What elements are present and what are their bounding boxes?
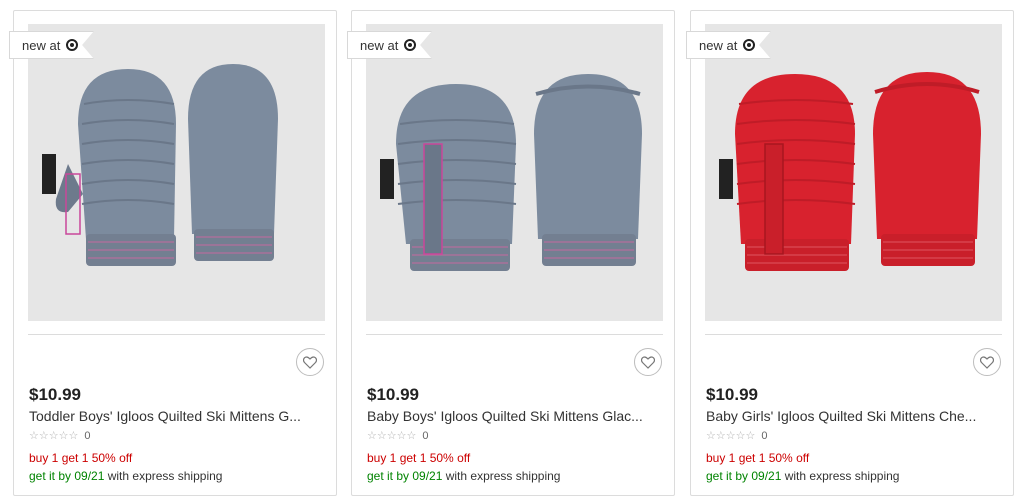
badge-label: new at xyxy=(360,37,399,53)
target-bullseye-icon xyxy=(66,39,79,51)
new-at-badge: new at xyxy=(686,31,771,59)
favorite-button[interactable] xyxy=(634,348,662,376)
badge-label: new at xyxy=(699,37,738,53)
mitten-right xyxy=(188,64,278,261)
favorite-button[interactable] xyxy=(296,348,324,376)
shipping-info: get it by 09/21 with express shipping xyxy=(29,469,222,483)
heart-icon xyxy=(303,355,317,369)
promo-text[interactable]: buy 1 get 1 50% off xyxy=(367,451,470,465)
divider xyxy=(366,334,663,335)
product-price: $10.99 xyxy=(29,385,81,404)
product-card[interactable]: new at $10.99 Baby Boys' Igloos Quilted … xyxy=(347,10,675,496)
divider xyxy=(28,334,325,335)
rating[interactable]: ☆☆☆☆☆ 0 xyxy=(29,429,90,442)
target-bullseye-icon xyxy=(404,39,417,51)
favorite-button[interactable] xyxy=(973,348,1001,376)
product-title-link[interactable]: Toddler Boys' Igloos Quilted Ski Mittens… xyxy=(29,408,301,424)
rating-stars: ☆☆☆☆☆ xyxy=(29,429,79,442)
badge-label: new at xyxy=(22,37,61,53)
product-image[interactable] xyxy=(705,24,1002,321)
product-title-link[interactable]: Baby Girls' Igloos Quilted Ski Mittens C… xyxy=(706,408,976,424)
promo-text[interactable]: buy 1 get 1 50% off xyxy=(706,451,809,465)
mitten-right xyxy=(534,74,642,266)
rating-stars: ☆☆☆☆☆ xyxy=(706,429,756,442)
mitten-left xyxy=(42,69,176,266)
product-price: $10.99 xyxy=(367,385,419,404)
shipping-method: with express shipping xyxy=(781,469,900,483)
mittens-thumbnail-icon xyxy=(42,64,278,266)
product-title-link[interactable]: Baby Boys' Igloos Quilted Ski Mittens Gl… xyxy=(367,408,643,424)
mitten-left xyxy=(719,74,856,271)
product-price: $10.99 xyxy=(706,385,758,404)
rating-count: 0 xyxy=(84,429,91,442)
rating[interactable]: ☆☆☆☆☆ 0 xyxy=(367,429,428,442)
new-at-badge: new at xyxy=(9,31,94,59)
shipping-date: get it by 09/21 xyxy=(367,469,443,483)
product-image[interactable] xyxy=(28,24,325,321)
shipping-date: get it by 09/21 xyxy=(706,469,782,483)
rating[interactable]: ☆☆☆☆☆ 0 xyxy=(706,429,767,442)
mitten-right xyxy=(873,72,981,266)
mittens-thumbnail-icon xyxy=(380,74,642,271)
product-image[interactable] xyxy=(366,24,663,321)
new-at-badge: new at xyxy=(347,31,432,59)
target-bullseye-icon xyxy=(743,39,756,51)
rating-stars: ☆☆☆☆☆ xyxy=(367,429,417,442)
shipping-info: get it by 09/21 with express shipping xyxy=(367,469,560,483)
rating-count: 0 xyxy=(422,429,429,442)
heart-icon xyxy=(980,355,994,369)
promo-text[interactable]: buy 1 get 1 50% off xyxy=(29,451,132,465)
heart-icon xyxy=(641,355,655,369)
rating-count: 0 xyxy=(761,429,768,442)
shipping-date: get it by 09/21 xyxy=(29,469,105,483)
divider xyxy=(705,334,1002,335)
mitten-left xyxy=(380,84,517,271)
mittens-thumbnail-icon xyxy=(719,72,981,271)
product-card[interactable]: new at $10.99 Toddler Boys' Igloos Quilt… xyxy=(9,10,337,496)
shipping-method: with express shipping xyxy=(104,469,223,483)
shipping-method: with express shipping xyxy=(442,469,561,483)
shipping-info: get it by 09/21 with express shipping xyxy=(706,469,899,483)
product-card[interactable]: new at $10.99 Baby Girls' Igloos Quilted… xyxy=(686,10,1014,496)
